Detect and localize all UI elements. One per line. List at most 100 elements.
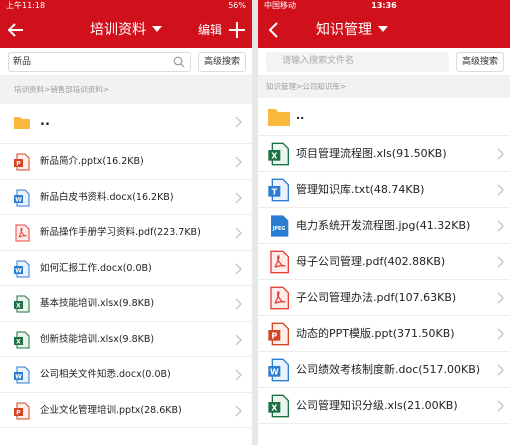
nav-bar: 知识管理: [258, 12, 510, 48]
nav-bar: 培训资料 编辑: [0, 12, 252, 48]
chevron-right-icon: [235, 405, 242, 416]
svg-text:X: X: [271, 404, 278, 413]
svg-text:P: P: [16, 161, 21, 168]
ppt-icon: P: [268, 322, 289, 346]
svg-text:W: W: [270, 368, 279, 377]
file-row[interactable]: W 如何汇报工作.docx(0.0B): [0, 251, 252, 286]
chevron-right-icon: [235, 227, 242, 239]
file-name: 基本技能培训.xlsx(9.8KB): [40, 298, 155, 309]
jpeg-icon: JPEG: [271, 215, 289, 237]
folder-icon: [14, 117, 30, 129]
file-name: 企业文化管理培训.pptx(28.6KB): [40, 404, 182, 416]
word-icon: W: [14, 189, 30, 206]
file-name: 新品白皮书资料.docx(16.2KB): [40, 191, 174, 203]
file-row[interactable]: P 企业文化管理培训.pptx(28.6KB): [0, 393, 252, 428]
svg-text:W: W: [15, 267, 22, 274]
right-screen: 中国移动 13:36 知识管理 请输入搜索文件名 高级搜索 知识管理>公司知识库…: [258, 0, 510, 445]
search-icon[interactable]: [173, 56, 185, 68]
file-name: 公司相关文件知悉.docx(0.0B): [40, 369, 171, 380]
file-row[interactable]: X 创新技能培训.xlsx(9.8KB): [0, 322, 252, 357]
search-input[interactable]: 请输入搜索文件名: [266, 52, 449, 72]
word-icon: W: [14, 366, 30, 384]
file-name: 如何汇报工作.docx(0.0B): [40, 262, 152, 274]
file-name: 公司管理知识分级.xls(21.00KB): [296, 399, 458, 412]
svg-text:X: X: [16, 303, 21, 310]
file-row[interactable]: P 动态的PPT模版.ppt(371.50KB): [258, 316, 510, 352]
breadcrumb[interactable]: 培训资料>销售部培训资料>: [0, 76, 252, 104]
chevron-right-icon: [497, 148, 504, 160]
breadcrumb[interactable]: 知识管理>公司知识库>: [258, 76, 510, 98]
svg-text:JPEG: JPEG: [272, 226, 286, 232]
search-input-value: 新品: [13, 57, 32, 67]
file-name: 动态的PPT模版.ppt(371.50KB): [296, 327, 455, 340]
file-name: 管理知识库.txt(48.74KB): [296, 183, 425, 196]
page-title-text: 知识管理: [316, 22, 372, 38]
chevron-right-icon: [497, 364, 504, 376]
chevron-right-icon: [497, 184, 504, 196]
file-row[interactable]: 子公司管理办法.pdf(107.63KB): [258, 280, 510, 316]
svg-text:X: X: [16, 338, 21, 345]
svg-text:P: P: [271, 332, 277, 341]
status-bar: 上午11:18 56%: [0, 0, 252, 12]
file-row[interactable]: X 基本技能培训.xlsx(9.8KB): [0, 286, 252, 322]
svg-text:W: W: [15, 196, 22, 203]
status-bar: 中国移动 13:36: [258, 0, 510, 12]
file-list: .. P 新品简介.pptx(16.2KB) W 新品白皮书资料.docx(16.2K…: [0, 104, 252, 428]
file-list: .. X 项目管理流程图.xls(91.50KB) T 管理知识库.txt(48.74…: [258, 98, 510, 424]
status-time: 上午11:18: [6, 1, 46, 10]
file-name: 新品简介.pptx(16.2KB): [40, 156, 144, 167]
parent-folder-label: ..: [40, 114, 50, 129]
edit-button[interactable]: 编辑: [198, 12, 222, 48]
excel-icon: X: [268, 394, 289, 418]
file-name: 子公司管理办法.pdf(107.63KB): [296, 291, 457, 304]
parent-folder-row[interactable]: ..: [258, 98, 510, 136]
file-row[interactable]: T 管理知识库.txt(48.74KB): [258, 172, 510, 208]
status-time: 13:36: [371, 1, 397, 10]
search-placeholder: 请输入搜索文件名: [282, 56, 355, 66]
excel-icon: X: [268, 142, 289, 166]
ppt-icon: P: [14, 402, 30, 419]
parent-folder-label: ..: [296, 109, 305, 122]
advanced-search-button[interactable]: 高级搜索: [456, 52, 504, 72]
file-name: 创新技能培训.xlsx(9.8KB): [40, 333, 155, 345]
svg-text:T: T: [272, 188, 278, 197]
chevron-right-icon: [497, 328, 504, 340]
file-row[interactable]: X 项目管理流程图.xls(91.50KB): [258, 136, 510, 172]
battery-level: 56%: [228, 1, 246, 10]
file-row[interactable]: W 新品白皮书资料.docx(16.2KB): [0, 180, 252, 215]
chevron-right-icon: [235, 192, 242, 203]
pdf-icon: [15, 224, 30, 242]
file-row[interactable]: W 公司绩效考核制度新.doc(517.00KB): [258, 352, 510, 388]
folder-icon: [268, 109, 290, 126]
parent-folder-row[interactable]: ..: [0, 104, 252, 144]
ppt-icon: P: [14, 153, 30, 171]
chevron-right-icon: [497, 400, 504, 412]
search-row: 新品 高级搜索: [0, 48, 252, 76]
dropdown-triangle-icon: [378, 26, 388, 32]
svg-text:X: X: [271, 152, 278, 161]
file-name: 电力系统开发流程图.jpg(41.32KB): [296, 219, 471, 232]
file-row[interactable]: X 公司管理知识分级.xls(21.00KB): [258, 388, 510, 424]
chevron-right-icon: [235, 263, 242, 274]
file-row[interactable]: 新品操作手册学习资料.pdf(223.7KB): [0, 215, 252, 251]
page-title[interactable]: 知识管理: [258, 12, 510, 48]
file-row[interactable]: P 新品简介.pptx(16.2KB): [0, 144, 252, 180]
chevron-right-icon: [235, 298, 242, 310]
add-icon[interactable]: [228, 21, 246, 39]
search-input[interactable]: 新品: [8, 52, 191, 72]
search-row: 请输入搜索文件名 高级搜索: [258, 48, 510, 76]
file-row[interactable]: W 公司相关文件知悉.docx(0.0B): [0, 357, 252, 393]
advanced-search-button[interactable]: 高级搜索: [198, 52, 246, 72]
left-screen: 上午11:18 56% 培训资料 编辑 新品 高级搜索 培训资料>销售部培训资料…: [0, 0, 252, 445]
chevron-right-icon: [497, 256, 504, 268]
word-icon: W: [268, 358, 289, 382]
chevron-right-icon: [497, 292, 504, 304]
chevron-right-icon: [235, 369, 242, 381]
chevron-right-icon: [235, 156, 242, 168]
pdf-icon: [270, 250, 289, 274]
file-row[interactable]: JPEG 电力系统开发流程图.jpg(41.32KB): [258, 208, 510, 244]
file-name: 母子公司管理.pdf(402.88KB): [296, 255, 446, 268]
file-row[interactable]: 母子公司管理.pdf(402.88KB): [258, 244, 510, 280]
word-icon: W: [14, 260, 30, 277]
chevron-right-icon: [235, 116, 242, 128]
